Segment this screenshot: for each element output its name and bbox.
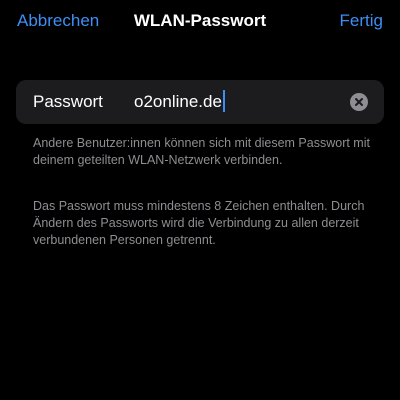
clear-icon[interactable] xyxy=(350,93,368,111)
password-input[interactable]: o2online.de xyxy=(134,87,334,117)
password-label: Passwort xyxy=(33,92,103,111)
password-requirements-text: Das Passwort muss mindestens 8 Zeichen e… xyxy=(33,199,365,247)
clear-x-glyph-icon xyxy=(355,98,363,106)
navigation-bar: Abbrechen WLAN-Passwort Fertig xyxy=(0,0,400,44)
sharing-info-text: Andere Benutzer:innen können sich mit di… xyxy=(33,136,370,167)
password-input-value: o2online.de xyxy=(134,92,222,111)
text-cursor xyxy=(222,90,225,112)
done-button[interactable]: Fertig xyxy=(340,10,383,32)
password-field-card: Passwort o2online.de xyxy=(16,80,384,124)
